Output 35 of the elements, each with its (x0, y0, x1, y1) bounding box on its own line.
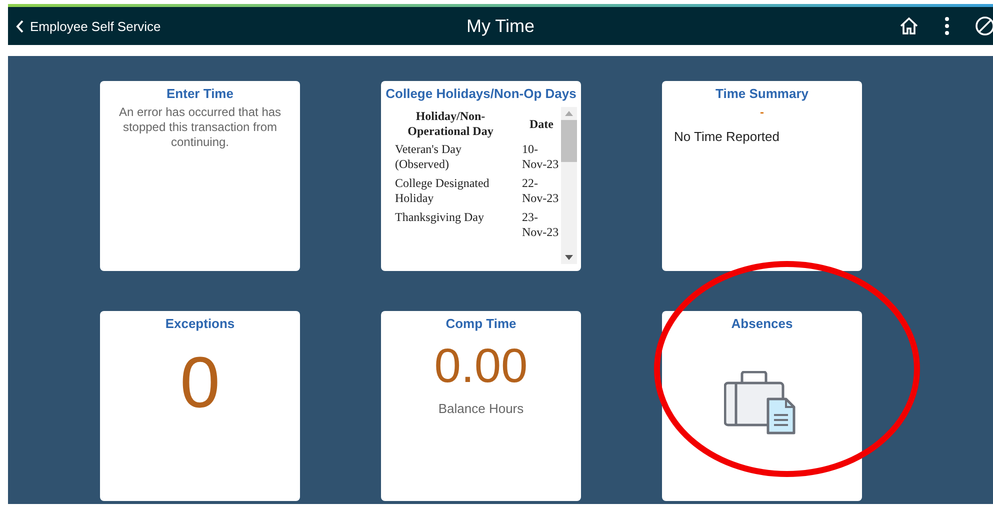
tile[interactable]: Comp Time 0.00 Balance Hours (381, 311, 581, 501)
table-cell-text: 23-Nov-23 (521, 209, 560, 241)
column-header: Holiday/Non-Operational Day (406, 108, 494, 140)
tile[interactable]: Enter Time An error has occurred that has stopped this transaction from continuing. (100, 81, 300, 271)
back-button[interactable]: Employee Self Service (8, 18, 167, 34)
tile[interactable]: College Holidays/Non-Op Days Holiday/Non-Operational Day Date Veteran's Day (Observed) 10-Nov-23 College Designated Holiday 22-Nov-23 Thanksgiving Day 23-Nov-23 (381, 81, 581, 271)
tile-title: Comp Time (446, 316, 516, 331)
balance-caption: Balance Hours (438, 401, 524, 416)
table-cell-text: 10-Nov-23 (521, 141, 560, 173)
chevron-left-icon (16, 20, 24, 32)
scrollbar-thumb[interactable] (561, 120, 577, 162)
more-options-icon[interactable] (945, 17, 949, 35)
column-header: Date (528, 116, 554, 132)
tile[interactable]: Absences (662, 311, 862, 501)
table-cell-text: 22-Nov-23 (521, 175, 560, 207)
summary-text: No Time Reported (674, 129, 780, 144)
balance-value: 0.00 (434, 339, 528, 395)
scroll-down-icon[interactable] (565, 255, 573, 260)
exceptions-count: 0 (180, 343, 220, 423)
tile[interactable]: Exceptions 0 (100, 311, 300, 501)
scrollbar[interactable] (561, 107, 577, 264)
error-message: An error has occurred that has stopped this transaction from continuing. (118, 105, 282, 150)
table-cell-text: Thanksgiving Day (394, 209, 485, 226)
tile-title: College Holidays/Non-Op Days (386, 86, 576, 101)
tile-title: Absences (731, 316, 793, 331)
page-title: My Time (466, 16, 534, 36)
tile[interactable]: Time Summary - No Time Reported (662, 81, 862, 271)
tile-title: Enter Time (166, 86, 234, 101)
home-icon[interactable] (899, 17, 919, 35)
tile-title: Time Summary (716, 86, 808, 101)
tile-title: Exceptions (165, 316, 235, 331)
table-cell-text: College Designated Holiday (394, 175, 490, 207)
navigation-icon[interactable] (975, 16, 993, 36)
table-cell-text: Veteran's Day (Observed) (394, 141, 462, 173)
summary-value: - (760, 105, 764, 119)
